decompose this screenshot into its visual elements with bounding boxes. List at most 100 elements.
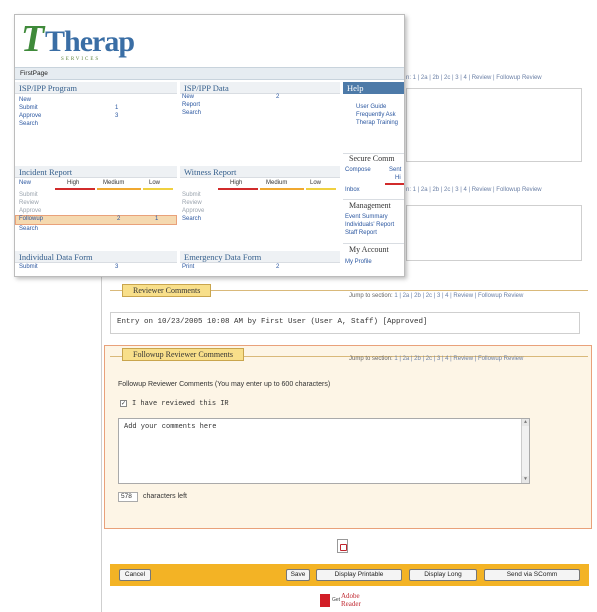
management-title: Management <box>349 201 391 210</box>
jump-links-followup[interactable]: Jump to section: 1 | 2a | 2b | 2c | 3 | … <box>349 356 523 362</box>
incident-review-link[interactable]: Review <box>19 200 39 206</box>
reviewer-comments-tab: Reviewer Comments <box>122 284 212 297</box>
jump-label: Jump to section: <box>349 356 393 362</box>
incident-new-link[interactable]: New <box>19 180 31 186</box>
severity-low-bar <box>143 188 173 190</box>
help-training-link[interactable]: Therap Training <box>356 120 398 126</box>
severity-medium-header: Medium <box>266 180 288 186</box>
adobe-logo-icon <box>320 594 330 607</box>
isp-program-approve-count: 3 <box>115 113 119 119</box>
severity-low-bar <box>306 188 336 190</box>
emergency-data-print-link[interactable]: Print <box>182 264 194 270</box>
secure-comm-inbox-link[interactable]: Inbox <box>345 187 360 193</box>
section-box-2 <box>406 205 582 261</box>
individual-data-submit-count: 3 <box>115 264 119 270</box>
isp-program-new-link[interactable]: New <box>19 97 31 103</box>
help-faq-link[interactable]: Frequently Ask <box>356 112 396 118</box>
witness-submit-link[interactable]: Submit <box>182 192 201 198</box>
severity-low-header: Low <box>310 180 322 186</box>
panel-individual-data: Individual Data Form Submit 3 <box>15 251 177 276</box>
management-event-summary-link[interactable]: Event Summary <box>345 214 388 220</box>
severity-high-bar <box>218 188 258 190</box>
logo-initial: T <box>21 18 44 60</box>
panel-emergency-data: Emergency Data Form Print 2 <box>180 251 340 276</box>
chars-left-count: 578 <box>118 492 138 502</box>
action-bar: Cancel Save Display Printable Display Lo… <box>110 564 589 586</box>
display-printable-button[interactable]: Display Printable <box>316 569 402 581</box>
my-account-title: My Account <box>349 245 389 254</box>
witness-approve-link[interactable]: Approve <box>182 208 204 214</box>
panel-title: Emergency Data Form <box>180 251 340 263</box>
isp-program-approve-link[interactable]: Approve <box>19 113 41 119</box>
pdf-icon[interactable] <box>337 539 348 553</box>
reviewer-entry-text: Entry on 10/23/2005 10:08 AM by First Us… <box>117 318 428 326</box>
witness-review-link[interactable]: Review <box>182 200 202 206</box>
secure-comm-compose-link[interactable]: Compose <box>345 167 371 173</box>
jump-links-2[interactable]: n: 1 | 2a | 2b | 2c | 3 | 4 | Review | F… <box>406 187 542 193</box>
therap-window: T Therap SERVICES FirstPage ISP/IPP Prog… <box>14 14 405 277</box>
therap-logo[interactable]: T Therap SERVICES <box>21 17 141 65</box>
adobe-reader-label: Adobe Reader <box>341 592 361 608</box>
followup-comments-value: Add your comments here <box>124 423 217 431</box>
isp-data-report-link[interactable]: Report <box>182 102 200 108</box>
followup-comments-textarea[interactable]: Add your comments here ▲ ▼ <box>118 418 530 484</box>
cancel-button[interactable]: Cancel <box>119 569 151 581</box>
incident-followup-medium-count: 2 <box>117 216 121 222</box>
panel-incident-report: Incident Report New High Medium Low Subm… <box>15 166 177 250</box>
jump-links-text[interactable]: 1 | 2a | 2b | 2c | 3 | 4 | Review | Foll… <box>394 293 523 299</box>
scroll-down-icon[interactable]: ▼ <box>522 476 529 483</box>
jump-links-text[interactable]: 1 | 2a | 2b | 2c | 3 | 4 | Review | Foll… <box>394 356 523 362</box>
incident-approve-link[interactable]: Approve <box>19 208 41 214</box>
jump-links-text[interactable]: n: 1 | 2a | 2b | 2c | 3 | 4 | Review | F… <box>406 75 542 81</box>
isp-data-new-link[interactable]: New <box>182 94 194 100</box>
breadcrumb-firstpage[interactable]: FirstPage <box>20 70 48 77</box>
jump-links-reviewer[interactable]: Jump to section: 1 | 2a | 2b | 2c | 3 | … <box>349 293 523 299</box>
scroll-up-icon[interactable]: ▲ <box>522 419 529 426</box>
secure-comm-marker <box>385 183 404 185</box>
panel-title: Witness Report <box>180 166 340 178</box>
jump-links-1[interactable]: n: 1 | 2a | 2b | 2c | 3 | 4 | Review | F… <box>406 75 542 81</box>
panel-isp-data: ISP/IPP Data New 2 Report Search <box>180 82 340 162</box>
severity-high-header: High <box>67 180 80 186</box>
send-via-scomm-button[interactable]: Send via SComm <box>484 569 580 581</box>
display-long-button[interactable]: Display Long <box>409 569 477 581</box>
severity-medium-header: Medium <box>103 180 125 186</box>
reviewer-entry: Entry on 10/23/2005 10:08 AM by First Us… <box>110 312 580 334</box>
section-box-1 <box>406 88 582 162</box>
reviewed-checkbox-label: I have reviewed this IR <box>132 400 229 408</box>
incident-submit-link[interactable]: Submit <box>19 192 38 198</box>
save-button[interactable]: Save <box>286 569 310 581</box>
followup-title: Followup Reviewer Comments <box>133 350 233 359</box>
adobe-get-label: Get <box>332 597 341 603</box>
isp-program-submit-link[interactable]: Submit <box>19 105 38 111</box>
jump-label: Jump to section: <box>349 293 393 299</box>
secure-comm-sent-link[interactable]: Sent <box>389 167 401 173</box>
panel-isp-program: ISP/IPP Program New Submit 1 Approve 3 S… <box>15 82 177 162</box>
management-staff-report-link[interactable]: Staff Report <box>345 230 377 236</box>
reviewed-checkbox[interactable]: ✓ <box>120 400 127 407</box>
followup-instructions: Followup Reviewer Comments (You may ente… <box>118 381 331 388</box>
breadcrumb: FirstPage <box>15 67 404 80</box>
chars-left-label: characters left <box>143 493 187 500</box>
incident-search-link[interactable]: Search <box>19 226 38 232</box>
help-user-guide-link[interactable]: User Guide <box>356 104 386 110</box>
incident-followup-link[interactable]: Followup <box>19 216 43 222</box>
witness-search-link[interactable]: Search <box>182 216 201 222</box>
incident-followup-low-count: 1 <box>155 216 159 222</box>
textarea-scrollbar[interactable]: ▲ ▼ <box>521 419 529 483</box>
isp-program-search-link[interactable]: Search <box>19 121 38 127</box>
jump-links-text[interactable]: n: 1 | 2a | 2b | 2c | 3 | 4 | Review | F… <box>406 187 542 193</box>
my-account-profile-link[interactable]: My Profile <box>345 259 372 265</box>
secure-comm-title: Secure Comm <box>349 154 395 163</box>
get-adobe-reader-badge[interactable]: Get Adobe Reader <box>320 592 374 610</box>
sidebar-divider <box>343 199 404 200</box>
individual-data-submit-link[interactable]: Submit <box>19 264 38 270</box>
management-individuals-report-link[interactable]: Individuals' Report <box>345 222 394 228</box>
isp-data-search-link[interactable]: Search <box>182 110 201 116</box>
secure-comm-extra: Hi <box>395 175 401 181</box>
help-title: Help <box>343 82 404 94</box>
panel-title: ISP/IPP Data <box>180 82 340 94</box>
panel-title: ISP/IPP Program <box>15 82 177 94</box>
severity-medium-bar <box>97 188 141 190</box>
severity-high-header: High <box>230 180 243 186</box>
